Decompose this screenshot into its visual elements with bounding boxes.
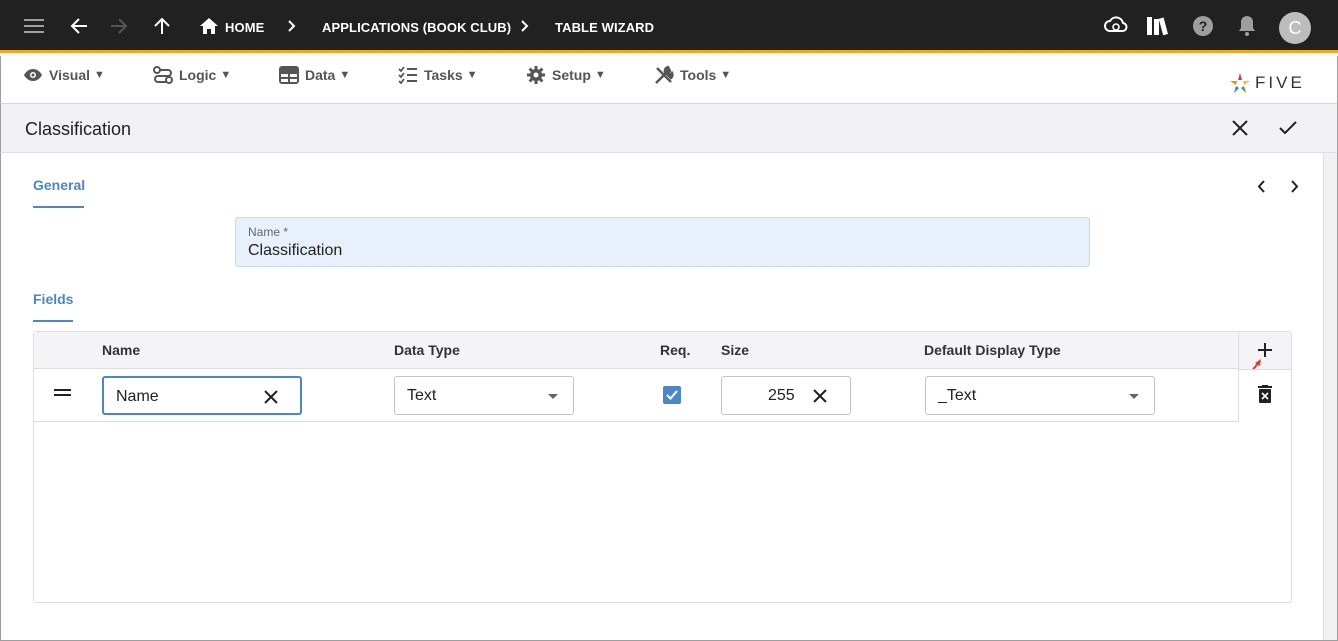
fields-grid: Name Data Type Req. Size Default Display… (33, 331, 1292, 603)
trash-icon (1258, 385, 1272, 403)
menu-icon[interactable] (22, 14, 46, 38)
menu-tools[interactable]: Tools ▼ (654, 63, 731, 87)
chevron-right-icon (1291, 179, 1299, 193)
menu-tasks-label: Tasks (424, 67, 463, 83)
plus-icon (1258, 343, 1272, 357)
dropdown-arrow-icon (548, 394, 558, 399)
caret-icon: ▼ (220, 69, 232, 81)
check-icon (1279, 121, 1297, 135)
five-logo: FIVE (1229, 72, 1305, 94)
menu-setup-label: Setup (552, 67, 591, 83)
save-button[interactable] (1276, 116, 1300, 140)
size-input[interactable]: 255 (721, 376, 851, 415)
clear-icon[interactable] (261, 387, 281, 407)
cloud-sync-icon[interactable] (1104, 14, 1128, 38)
avatar[interactable]: C (1279, 12, 1311, 44)
tools-icon (655, 65, 674, 84)
up-arrow-icon[interactable] (150, 14, 174, 38)
cancel-button[interactable] (1228, 116, 1252, 140)
caret-icon: ▼ (466, 69, 478, 81)
table-row: Name Text 255 _Text (34, 369, 1291, 422)
breadcrumb-home[interactable]: HOME (225, 20, 264, 35)
logo-text: FIVE (1255, 73, 1305, 92)
breadcrumb-table-wizard[interactable]: TABLE WIZARD (555, 20, 654, 35)
checklist-icon (398, 66, 417, 84)
column-header-name: Name (102, 342, 141, 358)
caret-icon: ▼ (339, 69, 351, 81)
menu-tools-label: Tools (680, 67, 717, 83)
form-header: Classification (0, 104, 1338, 153)
caret-icon: ▼ (720, 69, 732, 81)
name-field-label: Name * (248, 225, 289, 239)
page-title: Classification (25, 119, 132, 139)
tab-general-indicator (33, 206, 84, 208)
close-icon (1232, 120, 1248, 136)
column-header-display-type: Default Display Type (924, 342, 1061, 358)
back-arrow-icon[interactable] (67, 14, 91, 38)
check-icon (666, 390, 678, 400)
caret-icon: ▼ (94, 69, 105, 81)
column-header-data-type: Data Type (394, 342, 460, 358)
grid-header: Name Data Type Req. Size Default Display… (34, 332, 1291, 369)
display-type-select[interactable]: _Text (925, 376, 1155, 415)
menu-visual-label: Visual (49, 67, 90, 83)
five-star-logo-icon (1230, 73, 1250, 93)
breadcrumb-applications[interactable]: APPLICATIONS (BOOK CLUB) (322, 20, 511, 35)
menu-visual[interactable]: Visual ▼ (23, 63, 105, 87)
required-checkbox[interactable] (663, 386, 681, 404)
main-menu-bar: Visual ▼ Logic ▼ Data ▼ Tasks ▼ Setup ▼ … (0, 56, 1338, 104)
vertical-scrollbar[interactable] (1323, 153, 1337, 640)
previous-record-button[interactable] (1251, 176, 1271, 196)
menu-logic-label: Logic (179, 67, 217, 83)
flow-icon (153, 66, 173, 84)
table-icon (279, 66, 299, 84)
gear-icon (527, 66, 545, 84)
chevron-left-icon (1257, 179, 1265, 193)
eye-icon (24, 69, 42, 81)
row-actions-cell (1239, 369, 1291, 422)
menu-setup[interactable]: Setup ▼ (526, 63, 606, 87)
size-value: 255 (768, 387, 795, 404)
name-field[interactable]: Name * Classification (235, 217, 1090, 267)
home-icon[interactable] (197, 14, 221, 38)
next-record-button[interactable] (1285, 176, 1305, 196)
data-type-value: Text (407, 387, 437, 404)
display-type-value: _Text (938, 387, 977, 404)
dropdown-arrow-icon (1129, 394, 1139, 399)
bell-icon[interactable] (1235, 14, 1259, 38)
top-app-bar: HOME APPLICATIONS (BOOK CLUB) TABLE WIZA… (0, 0, 1338, 53)
svg-text:?: ? (1199, 18, 1208, 34)
form-content: General Name * Classification Fields Nam… (0, 153, 1338, 641)
tab-general[interactable]: General (33, 177, 85, 193)
delete-row-button[interactable] (1258, 385, 1272, 408)
field-name-input[interactable]: Name (102, 376, 302, 415)
tab-fields[interactable]: Fields (33, 291, 73, 307)
name-field-value[interactable]: Classification (248, 242, 342, 260)
column-header-size: Size (721, 342, 750, 358)
menu-logic[interactable]: Logic ▼ (153, 63, 231, 87)
clear-icon[interactable] (810, 386, 830, 406)
field-name-value: Name (116, 388, 159, 405)
menu-data-label: Data (305, 67, 336, 83)
caret-icon: ▼ (594, 69, 606, 81)
books-icon[interactable] (1146, 14, 1170, 38)
tab-fields-indicator (33, 320, 73, 322)
menu-data[interactable]: Data ▼ (279, 63, 350, 87)
help-icon[interactable]: ? (1191, 14, 1215, 38)
forward-arrow-icon[interactable] (107, 14, 131, 38)
chevron-right-icon (517, 16, 533, 36)
chevron-right-icon (284, 16, 300, 36)
menu-tasks[interactable]: Tasks ▼ (398, 63, 478, 87)
column-header-req: Req. (660, 342, 691, 358)
drag-handle-icon[interactable] (54, 389, 71, 397)
row-actions-column (1238, 332, 1291, 422)
data-type-select[interactable]: Text (394, 376, 574, 415)
